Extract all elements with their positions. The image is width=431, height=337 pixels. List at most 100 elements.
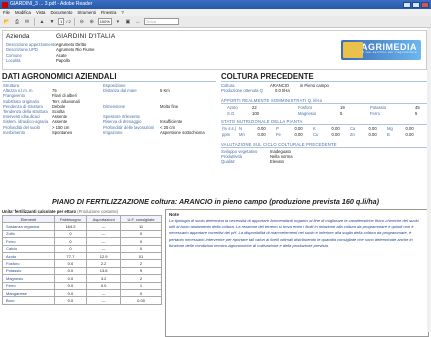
header-box: Azienda GIARDINI D'ITALIA Descrizione ap… (2, 30, 427, 70)
chevron-down-icon[interactable]: ▾ (114, 18, 122, 26)
table-cell: Azoto (2, 251, 55, 261)
window-title: GIARDINI_3 ... 3.pdf - Adobe Reader (10, 1, 93, 7)
table-cell: 0 (120, 244, 162, 253)
next-page-icon[interactable]: ▼ (48, 18, 56, 26)
stato-cell: 0.00 (294, 126, 303, 131)
valutazione-label: Qualita' (221, 159, 236, 165)
table-cell: 2 (120, 274, 162, 283)
search-input[interactable]: Trova (143, 18, 179, 25)
stato-cell: Mn (239, 132, 245, 137)
document-page: Azienda GIARDINI D'ITALIA Descrizione ap… (0, 28, 431, 337)
close-button[interactable] (421, 1, 429, 8)
apporti-label: S.O. (227, 110, 236, 116)
azienda-block: Azienda GIARDINI D'ITALIA Descrizione ap… (3, 31, 148, 67)
table-cell: 2.2 (86, 259, 122, 268)
menu-vista[interactable]: Vista (36, 9, 45, 16)
zoom-out-icon[interactable]: ⊖ (78, 18, 86, 26)
apporti-value: 5 (340, 110, 343, 116)
azienda-name: GIARDINI D'ITALIA (56, 33, 116, 40)
minimize-button[interactable] (403, 1, 411, 8)
zoom-in-icon[interactable]: ⊕ (88, 18, 96, 26)
menu-file[interactable]: File (3, 9, 10, 16)
table-cell: 0.0 (53, 288, 88, 298)
coltura-type: in Pieno campo (300, 83, 329, 88)
fit-page-icon[interactable]: ▣ (124, 18, 132, 26)
menu-help[interactable]: ? (121, 9, 123, 16)
table-row: Calcio 0 --- 0 (2, 244, 162, 253)
table-cell: 0.00 (120, 296, 162, 305)
apporti-label: Fosforo (298, 105, 313, 110)
open-icon[interactable]: 📂 (3, 18, 11, 26)
note-title: Note (169, 212, 179, 217)
table-cell: Sostanza organica (2, 222, 55, 231)
stato-cell: Cu (313, 132, 319, 137)
table-row: Magnesio 0.0 3.2 2 (2, 274, 162, 283)
table-row: Sostanza organica 164.2 --- 11 (2, 222, 162, 231)
zoom-input[interactable]: 100% (97, 18, 112, 25)
menu-strumenti[interactable]: Strumenti (77, 9, 95, 16)
vertical-scrollbar[interactable] (427, 28, 431, 332)
table-cell: 0.0 (53, 296, 88, 305)
coltura-title: COLTURA PRECEDENTE (221, 72, 314, 81)
table-cell: 01 (120, 251, 162, 261)
table-row: Manganese 0.0 --- 0 (2, 288, 162, 298)
fit-width-icon[interactable]: ↔ (134, 18, 142, 26)
email-icon[interactable]: ✉ (23, 18, 31, 26)
table-cell: 0.0 (53, 259, 88, 268)
dati-value: Aspersione sottochioma (160, 129, 205, 135)
menu-modifica[interactable]: Modifica (15, 9, 31, 16)
table-cell: --- (86, 222, 122, 231)
note-text: La tipologia di suolo determina la neces… (169, 218, 419, 248)
table-row: Potassio 0.0 13.6 9 (2, 266, 162, 276)
menu-documento[interactable]: Documento (50, 9, 72, 16)
agrimedia-logo: AGRIMEDIA Il tuo servizio per l'agricolt… (341, 40, 421, 60)
prev-page-icon[interactable]: ▲ (38, 18, 46, 26)
table-cell: 3.2 (86, 274, 122, 283)
table-cell: 0 (120, 229, 162, 239)
produzione-value: 0.0 t/Ha (275, 88, 290, 93)
table-header-cell: Elementi (2, 214, 55, 224)
stato-cell: P (276, 126, 279, 131)
stato-cell: (% s.s.) (222, 126, 237, 131)
stato-cell: N (239, 126, 243, 131)
table-cell: Zolfo (2, 229, 55, 239)
maximize-button[interactable] (412, 1, 420, 8)
table-cell: 0 (53, 237, 88, 246)
note-box: Note La tipologia di suolo determina la … (165, 209, 429, 337)
table-cell: --- (86, 237, 122, 246)
stato-cell: 0.00 (331, 126, 340, 131)
table-cell: Potassio (2, 266, 55, 276)
menu-finestra[interactable]: Finestra (101, 9, 117, 16)
table-caption-note: (Produzione costante) (77, 209, 119, 214)
table-cell: 0 (53, 244, 88, 253)
table-header-cell: U.F. consigliate (120, 214, 162, 224)
table-caption: Unita' fertilizzanti calcolate per ettar… (2, 209, 119, 214)
toolbar: 📂 ⎙ ✉ ▲ ▼ 1 / 2 ⊖ ⊕ 100% ▾ ▣ ↔ Trova (0, 16, 431, 28)
table-row: Azoto 77.7 12.9 01 (2, 251, 162, 261)
apporti-value: 45 (415, 105, 420, 110)
valutazione-value: Elevato (270, 159, 284, 165)
table-cell: 0 (120, 237, 162, 246)
print-icon[interactable]: ⎙ (13, 18, 21, 26)
table-cell: 0.0 (53, 274, 88, 283)
page-total: / 2 (66, 19, 71, 24)
table-cell: 0.0 (53, 281, 88, 290)
divider (221, 103, 427, 104)
logo-image (343, 42, 363, 58)
menu-bar: File Modifica Vista Documento Strumenti … (0, 9, 431, 16)
stato-cell: 0.00 (368, 126, 377, 131)
piano-title: PIANO DI FERTILIZZAZIONE coltura: ARANCI… (51, 197, 380, 206)
table-cell: 77.7 (53, 251, 88, 261)
stato-cell: 0.00 (405, 132, 414, 137)
stato-cell: 0.00 (368, 132, 377, 137)
fertilizer-table: Elementi Fabbisogno Asportazioni U.F. consi… (2, 214, 162, 305)
dati-label: Distanza dal mare (103, 88, 137, 94)
table-cell: --- (86, 288, 122, 298)
stato-cell: Mg (387, 126, 393, 131)
table-cell: --- (86, 229, 122, 239)
table-cell: Ferro (2, 281, 55, 290)
dati-value: Spontaneo (52, 129, 73, 135)
table-row: Boro 0.0 --- 0.00 (2, 296, 162, 305)
adobe-reader-icon (2, 1, 8, 8)
page-number-input[interactable]: 1 (58, 18, 65, 25)
